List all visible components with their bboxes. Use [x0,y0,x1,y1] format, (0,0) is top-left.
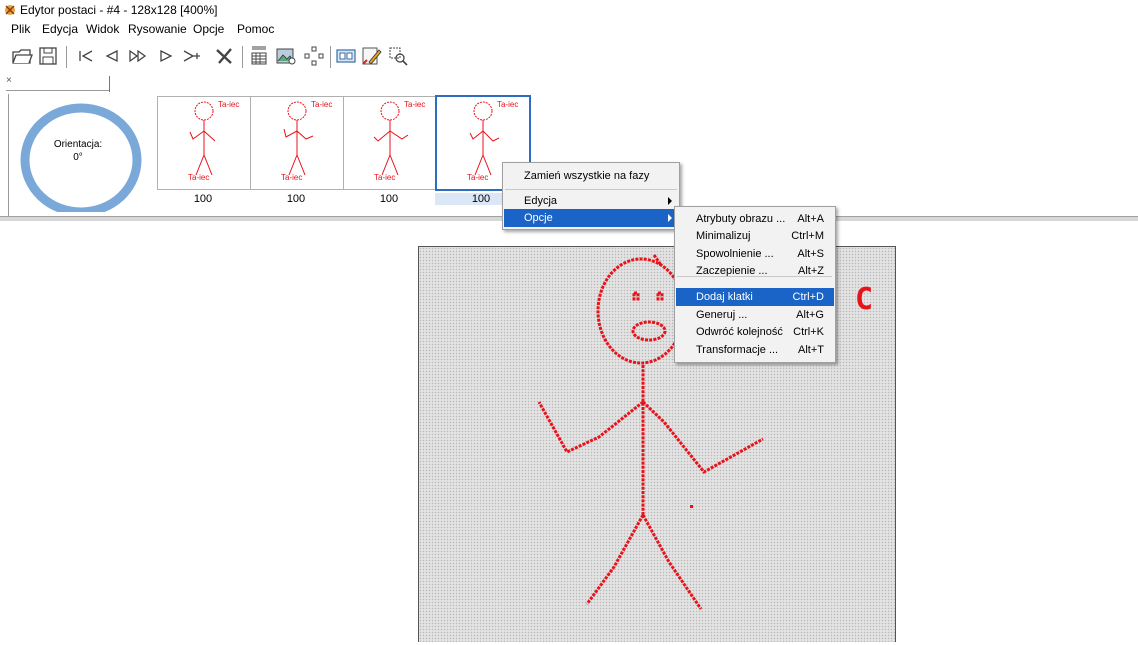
menu-item-edycja[interactable]: Edycja [504,192,678,210]
anchor-points-icon[interactable] [302,44,326,68]
play-icon[interactable] [154,44,178,68]
fast-forward-icon[interactable] [126,44,150,68]
frame-thumbnail-1[interactable]: Ta-iec Ta-iec [157,96,251,190]
save-disk-icon[interactable] [36,44,60,68]
menu-opcje[interactable]: Opcje [193,22,224,36]
toolbar-separator [242,46,243,68]
menu-separator [505,189,677,190]
tab-divider [109,76,110,92]
menu-item-zamien-wszystkie[interactable]: Zamień wszystkie na fazy [504,167,678,185]
close-icon[interactable]: × [6,75,12,86]
menu-edycja[interactable]: Edycja [42,22,78,36]
menu-widok[interactable]: Widok [86,22,119,36]
orientation-label: Orientacja: [53,139,103,150]
menu-item-minimalizuj[interactable]: Minimalizuj Ctrl+M [676,227,834,245]
edit-pencil-icon[interactable] [360,44,384,68]
menu-plik[interactable]: Plik [11,22,30,36]
app-icon [3,3,17,17]
context-menu: Zamień wszystkie na fazy Edycja Opcje [502,162,680,230]
tab-underline [6,90,110,91]
menu-item-spowolnienie[interactable]: Spowolnienie ... Alt+S [676,245,834,263]
frame-bottom-label: Ta-iec [281,173,303,182]
menu-item-atrybuty-obrazu[interactable]: Atrybuty obrazu ... Alt+A [676,210,834,228]
toolbar-separator [66,46,67,68]
window-title: Edytor postaci - #4 - 128x128 [400%] [20,3,218,17]
menu-separator [677,276,832,277]
submenu-arrow-icon [668,197,672,205]
menu-item-odwroc-kolejnosc[interactable]: Odwróć kolejność Ctrl+K [676,323,834,341]
frame-duration-3[interactable]: 100 [343,193,435,205]
prev-frame-icon[interactable] [100,44,124,68]
delete-x-icon[interactable] [212,44,236,68]
frame-thumbnail-3[interactable]: Ta-iec Ta-iec [343,96,437,190]
canvas-overflow-text: C [855,282,874,317]
title-bar: Edytor postaci - #4 - 128x128 [400%] [0,0,1138,20]
frame-bottom-label: Ta-iec [188,173,210,182]
frame-top-label: Ta-iec [404,100,426,109]
orientation-value: 0° [73,152,83,163]
open-folder-icon[interactable] [10,44,34,68]
last-frame-icon[interactable] [180,44,204,68]
frame-thumbnail-2[interactable]: Ta-iec Ta-iec [250,96,344,190]
submenu-arrow-icon [668,214,672,222]
frame-duration-2[interactable]: 100 [250,193,342,205]
menu-rysowanie[interactable]: Rysowanie [128,22,187,36]
frame-bottom-label: Ta-iec [374,173,396,182]
menu-pomoc[interactable]: Pomoc [237,22,274,36]
options-submenu: Atrybuty obrazu ... Alt+A Minimalizuj Ct… [674,206,836,363]
menu-item-opcje[interactable]: Opcje [504,209,678,227]
frame-view-icon[interactable] [334,44,358,68]
menu-bar: Plik Edycja Widok Rysowanie Opcje Pomoc [0,22,1138,40]
image-preview-icon[interactable] [274,44,298,68]
menu-item-transformacje[interactable]: Transformacje ... Alt+T [676,341,834,359]
menu-item-zaczepienie[interactable]: Zaczepienie ... Alt+Z [676,262,834,280]
frame-top-label: Ta-iec [497,100,519,109]
frame-duration-1[interactable]: 100 [157,193,249,205]
orientation-readout: Orientacja: 0° [28,138,128,164]
tab-strip: × [0,74,1138,94]
first-frame-icon[interactable] [74,44,98,68]
frame-top-label: Ta-iec [311,100,333,109]
frames-grid-icon[interactable] [248,44,272,68]
menu-item-dodaj-klatki[interactable]: Dodaj klatki Ctrl+D [676,288,834,306]
frame-top-label: Ta-iec [218,100,240,109]
frame-bottom-label: Ta-iec [467,173,489,182]
toolbar [0,44,1138,74]
toolbar-separator [330,46,331,68]
zoom-select-icon[interactable] [386,44,410,68]
menu-item-generuj[interactable]: Generuj ... Alt+G [676,306,834,324]
